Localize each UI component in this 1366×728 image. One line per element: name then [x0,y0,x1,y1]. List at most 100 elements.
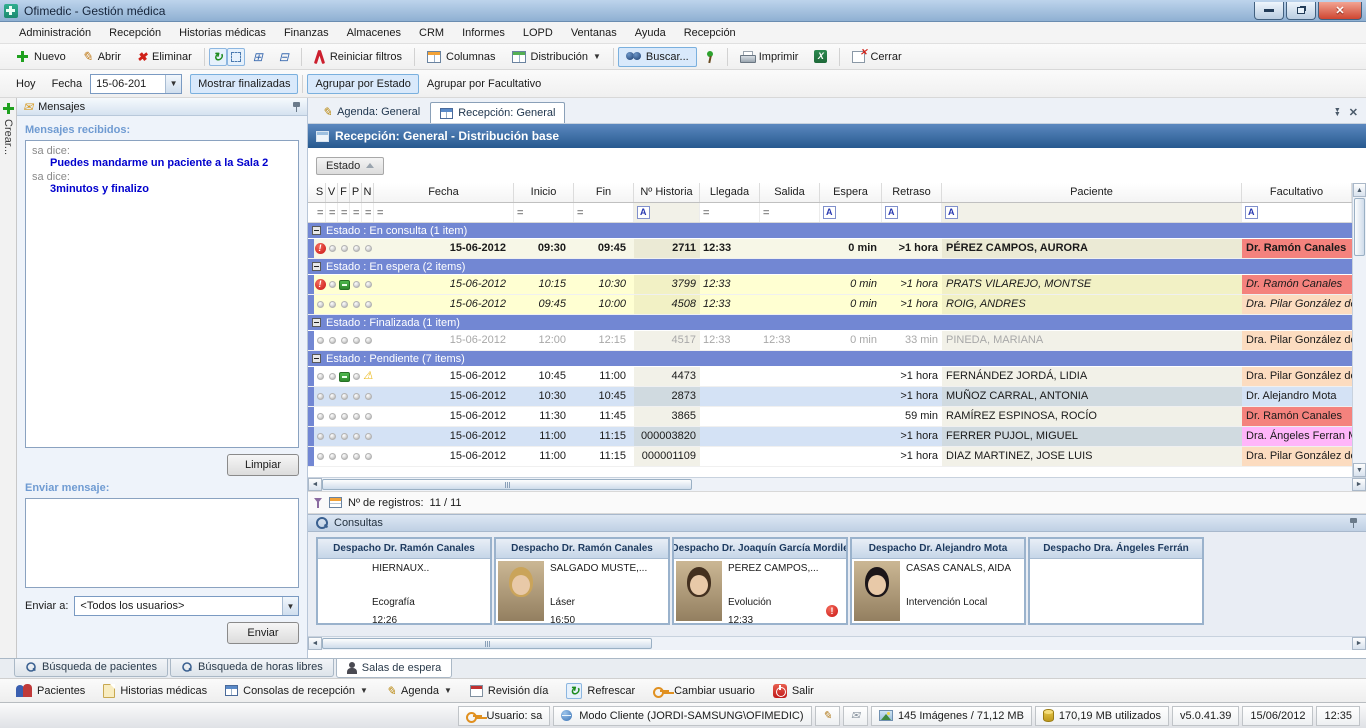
column-header-facultativo[interactable]: Facultativo [1242,183,1352,202]
tab-list-icon[interactable]: ▼▼ [1334,109,1341,117]
collapse-icon[interactable] [312,262,321,271]
consulta-card-3[interactable]: Despacho Dr. Joaquín García Mordile PÉRE… [672,537,848,625]
pin-icon[interactable] [292,101,301,113]
table-row[interactable]: 15-06-2012 10:30 10:45 2873 >1 hora MUÑO… [308,387,1352,407]
filter-cell[interactable]: = [362,203,374,222]
received-messages-box[interactable]: sa dice: Puedes mandarme un paciente a l… [25,140,299,448]
scrollbar-thumb[interactable] [322,638,652,649]
tab-agenda-general[interactable]: Agenda: General [312,100,430,123]
group-row-finalizada[interactable]: Estado : Finalizada (1 item) [308,315,1352,331]
column-header-fecha[interactable]: Fecha [374,183,514,202]
filter-cell[interactable]: = [350,203,362,222]
pin-icon[interactable] [1349,517,1358,529]
filter-cell[interactable]: A [634,203,700,222]
status-edit-button[interactable] [815,706,840,726]
column-header-v[interactable]: V [326,183,338,202]
minimize-button[interactable] [1254,2,1284,20]
column-header-n[interactable]: N [362,183,374,202]
agenda-button[interactable]: Agenda▼ [378,680,460,702]
nuevo-button[interactable]: Nuevo [8,46,74,67]
hoy-button[interactable]: Hoy [8,74,44,94]
menu-item-finanzas[interactable]: Finanzas [275,24,338,42]
filter-cell[interactable]: A [820,203,882,222]
column-header-p[interactable]: P [350,183,362,202]
scrollbar-thumb[interactable] [1354,198,1365,256]
column-header-espera[interactable]: Espera [820,183,882,202]
column-header-s[interactable]: S [314,183,326,202]
scroll-right-icon[interactable]: ► [1352,478,1366,491]
tab-salas-de-espera[interactable]: Salas de espera [336,659,453,678]
menu-item-historias-medicas[interactable]: Historias médicas [170,24,275,42]
buscar-button[interactable]: Buscar... [618,47,697,67]
filter-cell[interactable]: A [1242,203,1352,222]
column-header-retraso[interactable]: Retraso [882,183,942,202]
chevron-down-icon[interactable]: ▼ [165,75,181,93]
filter-cell[interactable]: = [326,203,338,222]
enviar-button[interactable]: Enviar [227,622,299,644]
column-header-historia[interactable]: Nº Historia [634,183,700,202]
table-row[interactable]: 15-06-2012 09:30 09:45 2711 12:33 0 min … [308,239,1352,259]
horizontal-scrollbar[interactable]: ◄ ► [308,477,1366,491]
filter-cell[interactable]: = [700,203,760,222]
column-header-salida[interactable]: Salida [760,183,820,202]
group-by-estado-chip[interactable]: Estado [316,157,384,175]
group-row-en-espera[interactable]: Estado : En espera (2 items) [308,259,1352,275]
table-row[interactable]: 15-06-2012 10:45 11:00 4473 >1 hora FERN… [308,367,1352,387]
consulta-card-2[interactable]: Despacho Dr. Ramón Canales SALGADO MUSTE… [494,537,670,625]
group-row-en-consulta[interactable]: Estado : En consulta (1 item) [308,223,1352,239]
table-row[interactable]: 15-06-2012 10:15 10:30 3799 12:33 0 min … [308,275,1352,295]
column-header-f[interactable]: F [338,183,350,202]
filter-cell[interactable]: = [760,203,820,222]
salir-button[interactable]: Salir [765,680,822,702]
collapse-icon[interactable] [312,354,321,363]
crear-collapsed-panel[interactable]: Crear... [0,98,17,658]
tab-busqueda-horas-libres[interactable]: Búsqueda de horas libres [170,659,334,677]
chevron-down-icon[interactable]: ▼ [282,597,298,615]
collapse-icon[interactable] [312,226,321,235]
agrupar-estado-button[interactable]: Agrupar por Estado [307,74,418,94]
scroll-left-icon[interactable]: ◄ [308,478,322,491]
restore-button[interactable] [1286,2,1316,20]
menu-item-recepcion[interactable]: Recepción [100,24,170,42]
column-header-llegada[interactable]: Llegada [700,183,760,202]
distribucion-button[interactable]: Distribución▼ [504,47,609,67]
cerrar-button[interactable]: Cerrar [844,47,909,67]
menu-item-ayuda[interactable]: Ayuda [626,24,675,42]
menu-item-recepcion-2[interactable]: Recepción [675,24,745,42]
pin-button[interactable] [697,46,723,67]
cambiar-usuario-button[interactable]: Cambiar usuario [645,681,763,701]
scroll-left-icon[interactable]: ◄ [308,637,322,650]
fecha-combobox[interactable]: 15-06-201 ▼ [90,74,182,94]
consolas-recepcion-button[interactable]: Consolas de recepción▼ [217,681,376,701]
agrupar-facultativo-button[interactable]: Agrupar por Facultativo [419,74,549,94]
historias-medicas-button[interactable]: Historias médicas [95,680,215,702]
pacientes-button[interactable]: Pacientes [8,680,93,701]
filter-cell[interactable]: = [574,203,634,222]
scroll-right-icon[interactable]: ► [1352,637,1366,650]
excel-export-button[interactable] [806,46,835,67]
expand-groups-button[interactable] [245,46,271,68]
consulta-card-5[interactable]: Despacho Dra. Ángeles Ferrán [1028,537,1204,625]
column-header-inicio[interactable]: Inicio [514,183,574,202]
tab-busqueda-pacientes[interactable]: Búsqueda de pacientes [14,659,168,677]
consultas-horizontal-scrollbar[interactable]: ◄ ► [308,636,1366,650]
crear-label[interactable]: Crear... [2,119,14,155]
message-input[interactable] [25,498,299,588]
columnas-button[interactable]: Columnas [419,47,504,67]
filter-cell[interactable]: = [314,203,326,222]
imprimir-button[interactable]: Imprimir [732,47,807,67]
menu-item-almacenes[interactable]: Almacenes [338,24,410,42]
table-row[interactable]: 15-06-2012 12:00 12:15 4517 12:33 12:33 … [308,331,1352,351]
menu-item-crm[interactable]: CRM [410,24,453,42]
menu-item-ventanas[interactable]: Ventanas [562,24,626,42]
limpiar-button[interactable]: Limpiar [227,454,299,476]
column-header-fin[interactable]: Fin [574,183,634,202]
table-row[interactable]: 15-06-2012 11:00 11:15 000003820 >1 hora… [308,427,1352,447]
refrescar-button[interactable]: Refrescar [558,679,643,703]
filter-cell[interactable]: A [882,203,942,222]
table-row[interactable]: 15-06-2012 11:30 11:45 3865 59 min RAMÍR… [308,407,1352,427]
tab-recepcion-general[interactable]: Recepción: General [430,102,565,123]
destinatario-combobox[interactable]: <Todos los usuarios> ▼ [74,596,299,616]
column-header-paciente[interactable]: Paciente [942,183,1242,202]
group-row-pendiente[interactable]: Estado : Pendiente (7 items) [308,351,1352,367]
